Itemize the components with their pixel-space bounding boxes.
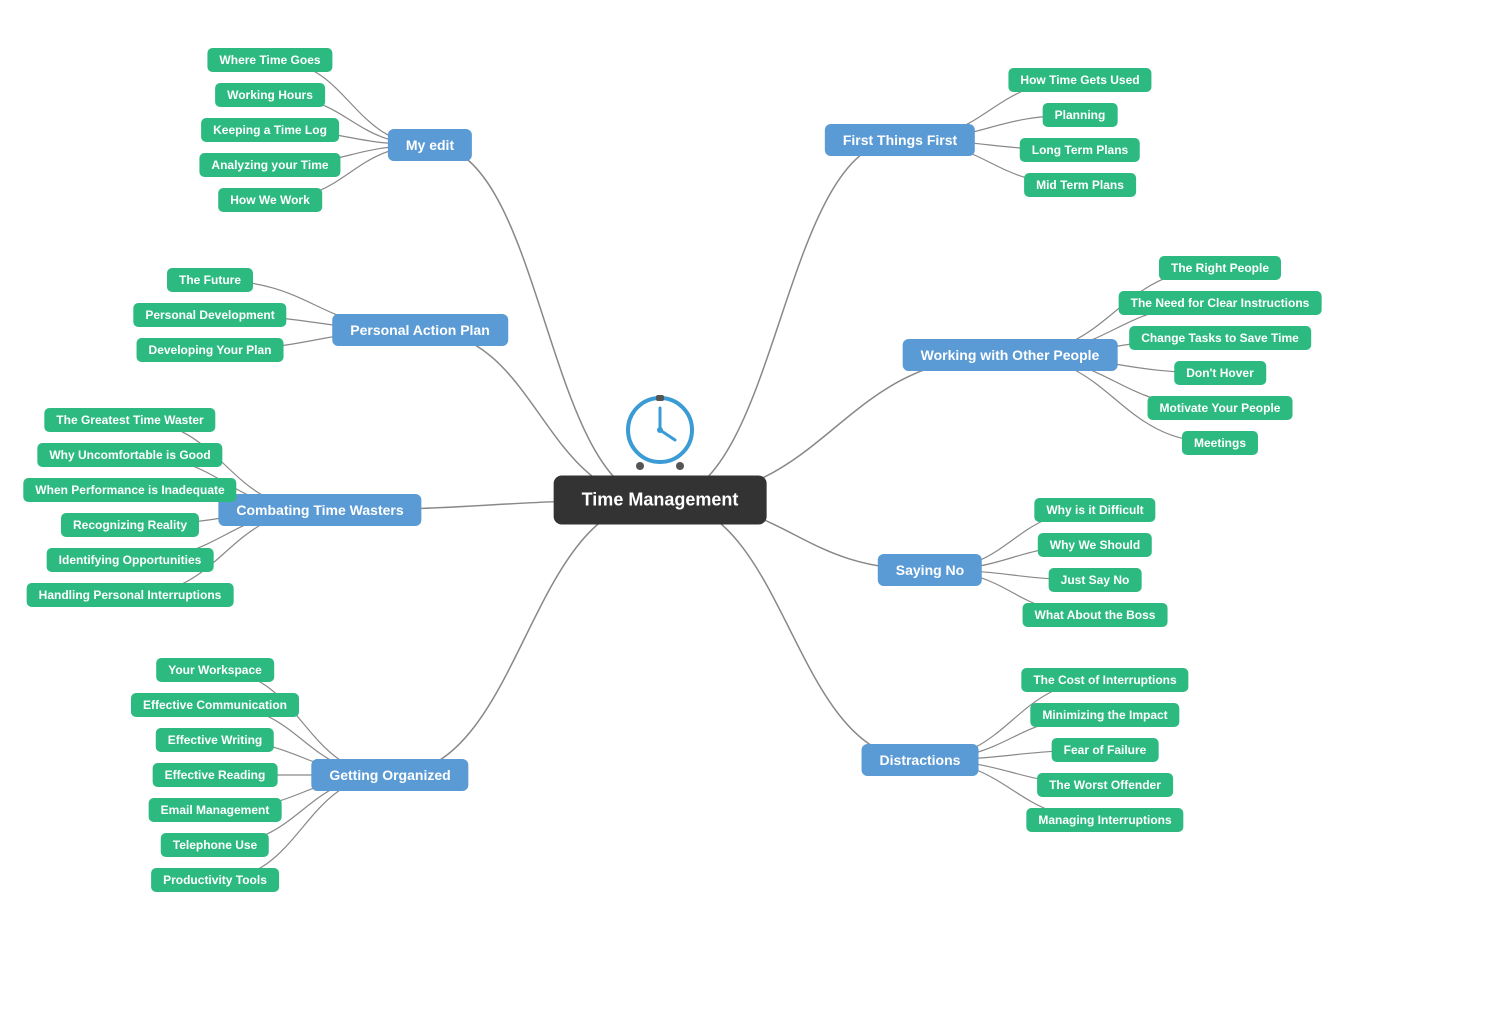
leaf-node-my-edit-0[interactable]: Where Time Goes: [207, 48, 332, 72]
leaf-node-working-with-other-people-1[interactable]: The Need for Clear Instructions: [1119, 291, 1322, 315]
leaf-node-working-with-other-people-4[interactable]: Motivate Your People: [1148, 396, 1293, 420]
branch-node-personal-action-plan[interactable]: Personal Action Plan: [332, 314, 508, 346]
leaf-node-getting-organized-4[interactable]: Email Management: [149, 798, 282, 822]
leaf-node-getting-organized-2[interactable]: Effective Writing: [156, 728, 274, 752]
leaf-node-getting-organized-0[interactable]: Your Workspace: [156, 658, 274, 682]
leaf-node-saying-no-0[interactable]: Why is it Difficult: [1034, 498, 1155, 522]
branch-node-my-edit[interactable]: My edit: [388, 129, 472, 161]
leaf-node-working-with-other-people-3[interactable]: Don't Hover: [1174, 361, 1266, 385]
center-node[interactable]: Time Management: [554, 476, 767, 525]
leaf-node-first-things-first-0[interactable]: How Time Gets Used: [1008, 68, 1151, 92]
leaf-node-distractions-4[interactable]: Managing Interruptions: [1026, 808, 1183, 832]
leaf-node-getting-organized-1[interactable]: Effective Communication: [131, 693, 299, 717]
branch-node-saying-no[interactable]: Saying No: [878, 554, 982, 586]
leaf-node-my-edit-2[interactable]: Keeping a Time Log: [201, 118, 339, 142]
branch-node-combating-time-wasters[interactable]: Combating Time Wasters: [218, 494, 421, 526]
leaf-node-saying-no-2[interactable]: Just Say No: [1049, 568, 1142, 592]
leaf-node-working-with-other-people-5[interactable]: Meetings: [1182, 431, 1258, 455]
leaf-node-my-edit-3[interactable]: Analyzing your Time: [199, 153, 340, 177]
leaf-node-combating-time-wasters-3[interactable]: Recognizing Reality: [61, 513, 199, 537]
leaf-node-saying-no-3[interactable]: What About the Boss: [1023, 603, 1168, 627]
leaf-node-getting-organized-6[interactable]: Productivity Tools: [151, 868, 279, 892]
leaf-node-combating-time-wasters-4[interactable]: Identifying Opportunities: [47, 548, 214, 572]
leaf-node-first-things-first-3[interactable]: Mid Term Plans: [1024, 173, 1136, 197]
leaf-node-personal-action-plan-2[interactable]: Developing Your Plan: [137, 338, 284, 362]
leaf-node-first-things-first-2[interactable]: Long Term Plans: [1020, 138, 1140, 162]
leaf-node-getting-organized-5[interactable]: Telephone Use: [161, 833, 269, 857]
branch-node-first-things-first[interactable]: First Things First: [825, 124, 975, 156]
leaf-node-combating-time-wasters-1[interactable]: Why Uncomfortable is Good: [37, 443, 222, 467]
leaf-node-first-things-first-1[interactable]: Planning: [1043, 103, 1118, 127]
leaf-node-personal-action-plan-0[interactable]: The Future: [167, 268, 253, 292]
leaf-node-combating-time-wasters-0[interactable]: The Greatest Time Waster: [44, 408, 215, 432]
leaf-node-working-with-other-people-2[interactable]: Change Tasks to Save Time: [1129, 326, 1311, 350]
leaf-node-working-with-other-people-0[interactable]: The Right People: [1159, 256, 1281, 280]
leaf-node-getting-organized-3[interactable]: Effective Reading: [153, 763, 278, 787]
leaf-node-my-edit-4[interactable]: How We Work: [218, 188, 322, 212]
center-label: Time Management: [582, 490, 739, 510]
leaf-node-distractions-2[interactable]: Fear of Failure: [1052, 738, 1159, 762]
branch-node-getting-organized[interactable]: Getting Organized: [311, 759, 468, 791]
leaf-node-combating-time-wasters-2[interactable]: When Performance is Inadequate: [23, 478, 236, 502]
leaf-node-saying-no-1[interactable]: Why We Should: [1038, 533, 1152, 557]
leaf-node-distractions-1[interactable]: Minimizing the Impact: [1030, 703, 1179, 727]
branch-node-working-with-other-people[interactable]: Working with Other People: [903, 339, 1118, 371]
leaf-node-my-edit-1[interactable]: Working Hours: [215, 83, 325, 107]
branch-node-distractions[interactable]: Distractions: [862, 744, 979, 776]
clock-icon: [620, 390, 700, 470]
mindmap-container: Time Management My edit Where Time Goes Wo…: [0, 0, 1498, 1015]
leaf-node-personal-action-plan-1[interactable]: Personal Development: [133, 303, 286, 327]
leaf-node-combating-time-wasters-5[interactable]: Handling Personal Interruptions: [27, 583, 234, 607]
leaf-node-distractions-0[interactable]: The Cost of Interruptions: [1021, 668, 1188, 692]
leaf-node-distractions-3[interactable]: The Worst Offender: [1037, 773, 1173, 797]
